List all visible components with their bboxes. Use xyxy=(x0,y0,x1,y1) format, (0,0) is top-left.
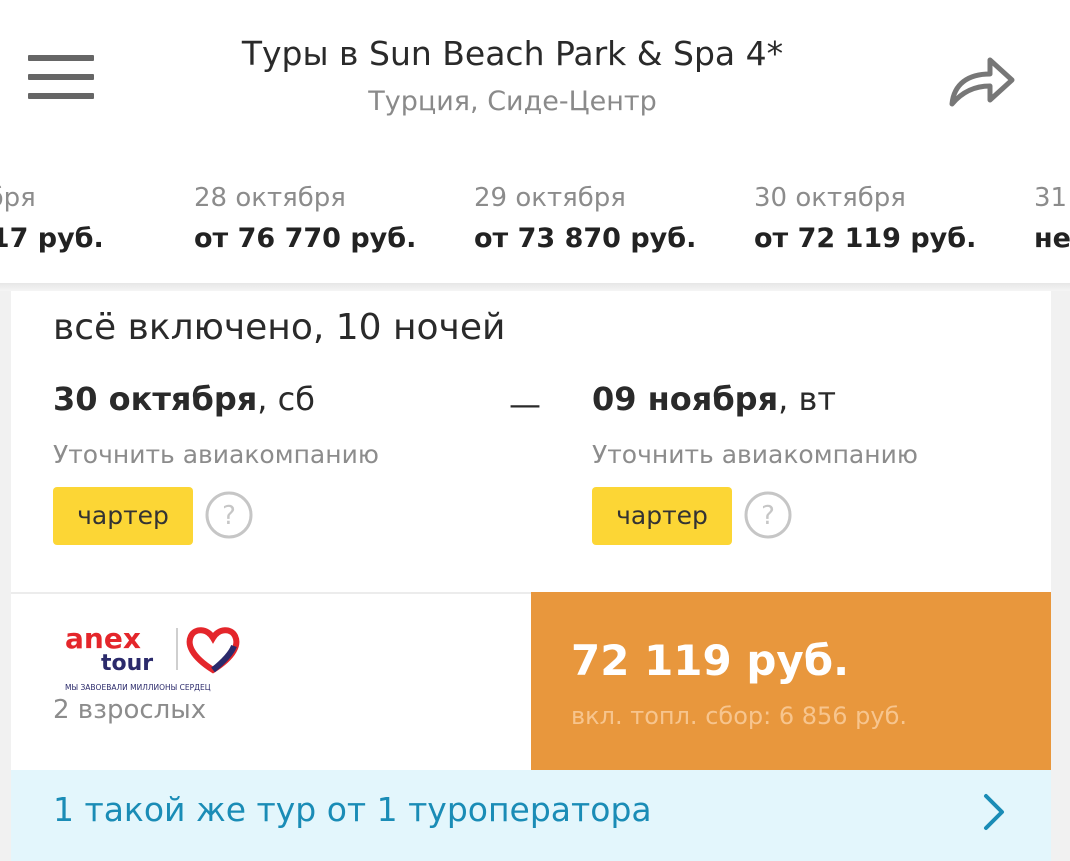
help-question-icon[interactable]: ? xyxy=(205,491,253,539)
tab-price-label: от 72 119 руб. xyxy=(754,223,977,254)
price-button[interactable]: 72 119 руб. вкл. топл. сбор: 6 856 руб. xyxy=(531,592,1051,770)
tab-date-label: 28 октября xyxy=(194,183,346,213)
tab-date-label: 30 октября xyxy=(754,183,906,213)
tab-date-29[interactable]: 29 октября от 73 870 руб. xyxy=(474,180,696,285)
fuel-fee-note: вкл. топл. сбор: 6 856 руб. xyxy=(571,702,908,730)
outbound-airline: Уточнить авиакомпанию xyxy=(53,440,379,469)
svg-text:?: ? xyxy=(222,501,236,531)
tab-date-30-selected[interactable]: 30 октября от 72 119 руб. xyxy=(754,180,976,285)
same-tours-label: 1 такой же тур от 1 туроператора xyxy=(53,790,652,829)
tab-price-label: не xyxy=(1034,223,1070,254)
charter-badge: чартер xyxy=(53,487,193,545)
tab-date-28[interactable]: 28 октября от 76 770 руб. xyxy=(194,180,416,285)
app-header: Туры в Sun Beach Park & Spa 4* Турция, С… xyxy=(0,0,1070,150)
page-title: Туры в Sun Beach Park & Spa 4* xyxy=(241,34,784,73)
tabs-shadow xyxy=(0,283,1070,291)
tourists-count: 2 взрослых xyxy=(53,695,207,725)
tab-price-label: 217 руб. xyxy=(0,223,104,254)
tab-date-label: 31 xyxy=(1034,183,1068,213)
tab-date-31[interactable]: 31 не xyxy=(1034,180,1070,285)
same-tours-link[interactable]: 1 такой же тур от 1 туроператора xyxy=(11,770,1051,861)
return-airline: Уточнить авиакомпанию xyxy=(592,440,918,469)
return-flight: 09 ноября, вт Уточнить авиакомпанию чарт… xyxy=(592,380,918,545)
date-range-dash: — xyxy=(509,385,541,423)
hamburger-menu-icon[interactable] xyxy=(28,55,94,101)
outbound-date: 30 октября, сб xyxy=(53,380,315,418)
svg-text:МЫ ЗАВОЕВАЛИ МИЛЛИОНЫ СЕРДЕЦ: МЫ ЗАВОЕВАЛИ МИЛЛИОНЫ СЕРДЕЦ xyxy=(65,683,211,692)
tab-price-label: от 76 770 руб. xyxy=(194,223,417,254)
svg-text:?: ? xyxy=(761,501,775,531)
outbound-flight: 30 октября, сб Уточнить авиакомпанию чар… xyxy=(53,380,379,545)
page-subtitle: Турция, Сиде-Центр xyxy=(368,86,657,117)
tab-price-label: от 73 870 руб. xyxy=(474,223,697,254)
tour-card: всё включено, 10 ночей 30 октября, сб Ут… xyxy=(11,285,1051,861)
svg-text:tour: tour xyxy=(101,651,153,676)
anex-tour-logo: anex tour МЫ ЗАВОЕВАЛИ МИЛЛИОНЫ СЕРДЕЦ xyxy=(61,622,251,698)
date-tabs: ября 217 руб. 28 октября от 76 770 руб. … xyxy=(0,150,1070,285)
share-arrow-icon[interactable] xyxy=(946,52,1018,110)
tour-price: 72 119 руб. xyxy=(571,636,850,685)
meal-and-nights: всё включено, 10 ночей xyxy=(53,307,506,348)
tab-date-27[interactable]: ября 217 руб. xyxy=(0,180,104,285)
charter-badge: чартер xyxy=(592,487,732,545)
chevron-right-icon xyxy=(981,792,1007,832)
tab-date-label: ября xyxy=(0,183,36,213)
tab-date-label: 29 октября xyxy=(474,183,626,213)
help-question-icon[interactable]: ? xyxy=(744,491,792,539)
return-date: 09 ноября, вт xyxy=(592,380,836,418)
